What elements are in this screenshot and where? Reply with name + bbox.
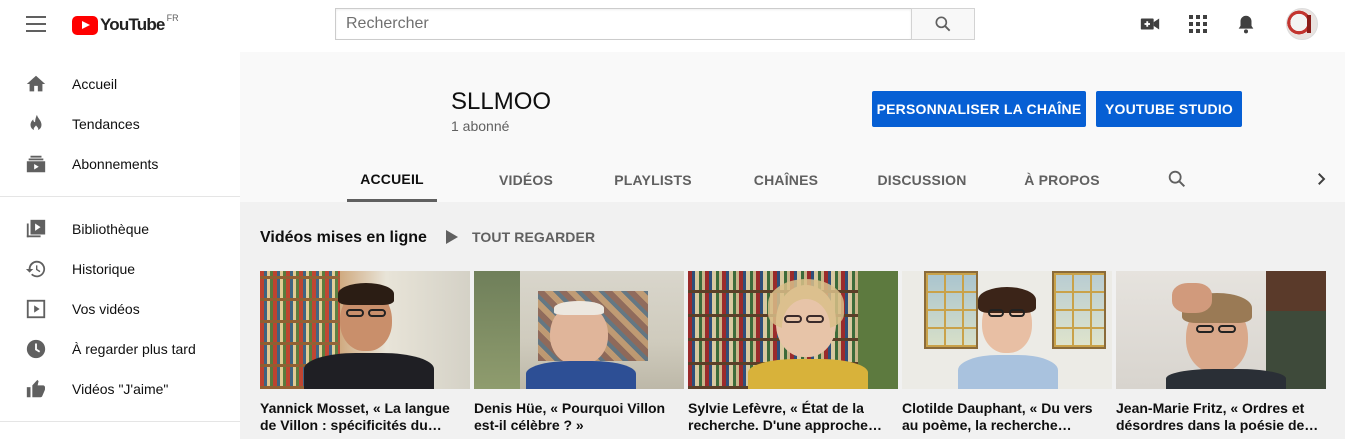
search-input[interactable] (335, 8, 911, 40)
library-icon (24, 217, 48, 241)
uploads-section: Vidéos mises en ligne TOUT REGARDER Yann… (240, 202, 1345, 439)
trending-icon (24, 112, 48, 136)
youtube-studio-button[interactable]: YOUTUBE STUDIO (1096, 91, 1242, 127)
video-card[interactable]: Denis Hüe, « Pourquoi Villon est-il célè… (474, 271, 684, 434)
video-title[interactable]: Clotilde Dauphant, « Du vers au poème, l… (902, 400, 1112, 434)
sidebar-item-label: À regarder plus tard (72, 341, 196, 357)
video-shelf: Yannick Mosset, « La langue de Villon : … (260, 271, 1345, 439)
video-card[interactable]: Sylvie Lefèvre, « État de la recherche. … (688, 271, 898, 434)
tab-about[interactable]: À PROPOS (1012, 158, 1112, 202)
history-icon (24, 257, 48, 281)
menu-icon[interactable] (24, 16, 48, 34)
sidebar-item-subscriptions[interactable]: Abonnements (0, 144, 240, 184)
video-thumbnail[interactable] (688, 271, 898, 389)
video-title[interactable]: Sylvie Lefèvre, « État de la recherche. … (688, 400, 898, 434)
video-thumbnail[interactable] (902, 271, 1112, 389)
sidebar-divider (0, 196, 240, 197)
sidebar-item-home[interactable]: Accueil (0, 64, 240, 104)
subscriptions-icon (24, 152, 48, 176)
video-card[interactable]: Jean-Marie Fritz, « Ordres et désordres … (1116, 271, 1326, 434)
video-thumbnail[interactable] (260, 271, 470, 389)
tab-playlists[interactable]: PLAYLISTS (603, 158, 703, 202)
avatar[interactable] (1286, 8, 1318, 40)
video-card[interactable]: Yannick Mosset, « La langue de Villon : … (260, 271, 470, 434)
tab-channels[interactable]: CHAÎNES (736, 158, 836, 202)
create-video-icon[interactable] (1138, 12, 1162, 36)
tab-discussion[interactable]: DISCUSSION (872, 158, 972, 202)
sidebar-item-your-videos[interactable]: Vos vidéos (0, 289, 240, 329)
sidebar: Accueil Tendances Abonnements Bibliothèq… (0, 52, 240, 439)
main-content: SLLMOO 1 abonné PERSONNALISER LA CHAÎNE … (240, 52, 1345, 439)
liked-videos-icon (24, 377, 48, 401)
sidebar-item-history[interactable]: Historique (0, 249, 240, 289)
sidebar-item-label: Abonnements (72, 156, 159, 172)
play-icon (446, 230, 458, 244)
customize-channel-button[interactable]: PERSONNALISER LA CHAÎNE (872, 91, 1086, 127)
sidebar-item-library[interactable]: Bibliothèque (0, 209, 240, 249)
sidebar-item-watch-later[interactable]: À regarder plus tard (0, 329, 240, 369)
channel-header: SLLMOO 1 abonné PERSONNALISER LA CHAÎNE … (240, 52, 1345, 202)
tab-home[interactable]: ACCUEIL (347, 158, 437, 202)
channel-tabs: ACCUEIL VIDÉOS PLAYLISTS CHAÎNES DISCUSS… (240, 158, 1345, 202)
sidebar-divider (0, 421, 240, 422)
video-thumbnail[interactable] (1116, 271, 1326, 389)
video-title[interactable]: Yannick Mosset, « La langue de Villon : … (260, 400, 470, 434)
search-icon (935, 16, 951, 32)
home-icon (24, 72, 48, 96)
sidebar-item-label: Historique (72, 261, 136, 277)
chevron-right-icon[interactable] (1312, 170, 1330, 193)
logo-country-code: FR (166, 13, 179, 23)
video-title[interactable]: Denis Hüe, « Pourquoi Villon est-il célè… (474, 400, 684, 434)
channel-search-icon[interactable] (1166, 168, 1188, 195)
sidebar-item-trending[interactable]: Tendances (0, 104, 240, 144)
search-box (335, 8, 975, 40)
tab-videos[interactable]: VIDÉOS (476, 158, 576, 202)
watch-later-icon (24, 337, 48, 361)
video-thumbnail[interactable] (474, 271, 684, 389)
youtube-logo[interactable]: YouTube FR (72, 13, 179, 37)
sidebar-item-label: Vidéos "J'aime" (72, 381, 169, 397)
sidebar-item-liked-videos[interactable]: Vidéos "J'aime" (0, 369, 240, 409)
search-button[interactable] (911, 8, 975, 40)
notifications-icon[interactable] (1234, 12, 1258, 36)
sidebar-item-label: Bibliothèque (72, 221, 150, 237)
sidebar-item-label: Accueil (72, 76, 118, 92)
sidebar-item-label: Tendances (72, 116, 140, 132)
play-all-label: TOUT REGARDER (472, 229, 596, 245)
top-bar: YouTube FR (0, 0, 1345, 52)
sidebar-item-label: Vos vidéos (72, 301, 140, 317)
apps-icon[interactable] (1186, 12, 1210, 36)
your-videos-icon (24, 297, 48, 321)
video-title[interactable]: Jean-Marie Fritz, « Ordres et désordres … (1116, 400, 1326, 434)
youtube-play-logo-icon (72, 15, 98, 35)
section-title[interactable]: Vidéos mises en ligne (260, 229, 427, 247)
subscriber-count: 1 abonné (451, 118, 510, 134)
video-card[interactable]: Clotilde Dauphant, « Du vers au poème, l… (902, 271, 1112, 434)
channel-name: SLLMOO (451, 88, 552, 115)
play-all-button[interactable]: TOUT REGARDER (446, 229, 595, 245)
logo-text: YouTube (100, 15, 165, 34)
